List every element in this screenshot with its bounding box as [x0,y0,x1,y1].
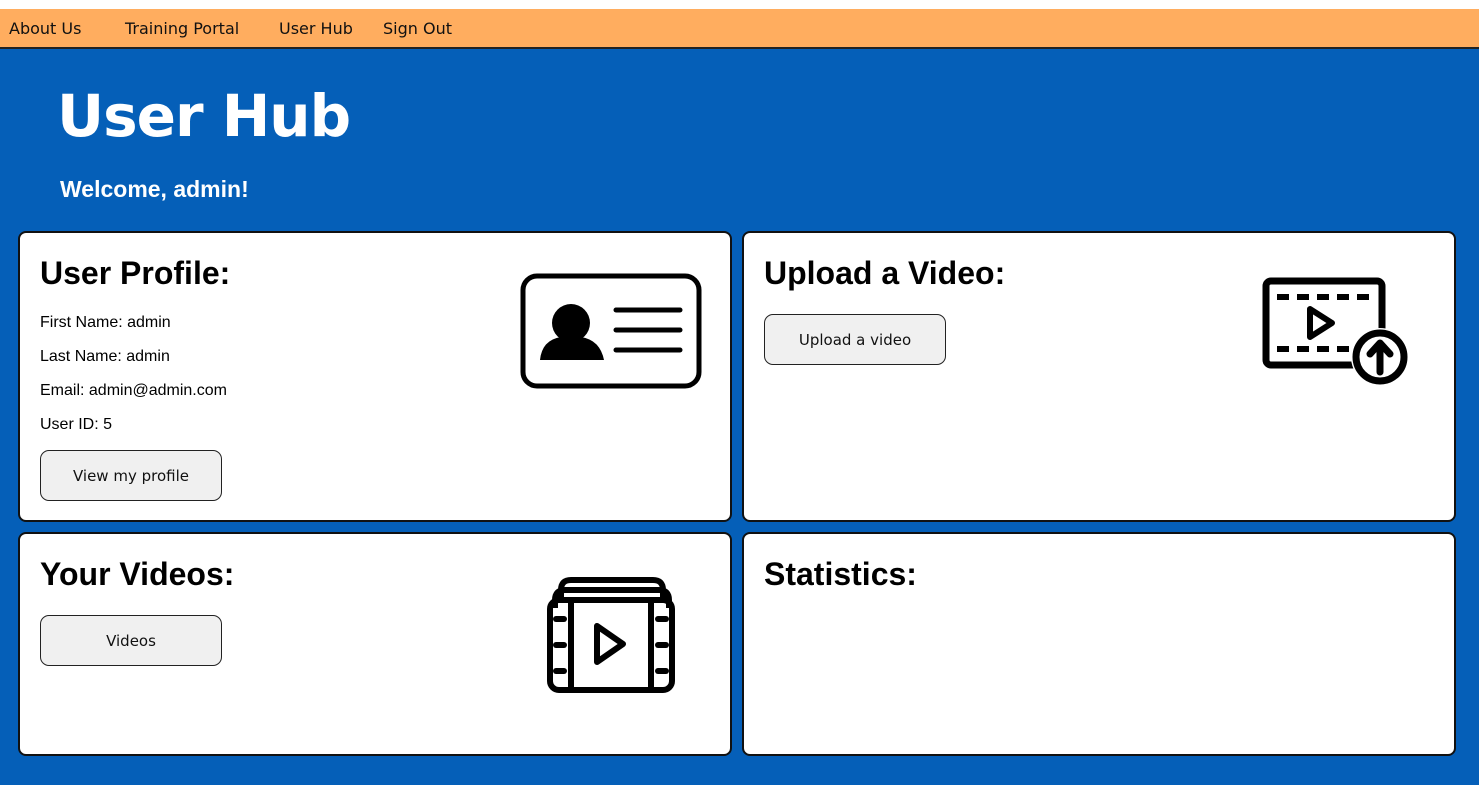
id-card-icon [520,273,702,389]
statistics-card: Statistics: [742,532,1456,756]
video-library-icon [547,577,675,693]
statistics-title: Statistics: [764,556,917,592]
last-name-field: Last Name: admin [40,348,170,365]
page-title: User Hub [57,82,351,150]
your-videos-card: Your Videos: Videos [18,532,732,756]
view-profile-button[interactable]: View my profile [40,450,222,501]
upload-video-title: Upload a Video: [764,255,1006,291]
top-strip [0,0,1479,9]
email-field: Email: admin@admin.com [40,382,227,399]
first-name-field: First Name: admin [40,314,171,331]
nav-training-portal[interactable]: Training Portal [125,19,239,38]
top-navbar: About Us Training Portal User Hub Sign O… [0,9,1479,49]
upload-video-button[interactable]: Upload a video [764,314,946,365]
nav-sign-out[interactable]: Sign Out [383,19,452,38]
your-videos-title: Your Videos: [40,556,235,592]
user-profile-card: User Profile: First Name: admin Last Nam… [18,231,732,522]
upload-video-card: Upload a Video: Upload a video [742,231,1456,522]
video-upload-icon [1262,277,1409,386]
user-id-field: User ID: 5 [40,416,113,433]
nav-user-hub[interactable]: User Hub [279,19,353,38]
nav-about-us[interactable]: About Us [9,19,81,38]
videos-button[interactable]: Videos [40,615,222,666]
welcome-message: Welcome, admin! [60,176,249,202]
user-profile-title: User Profile: [40,255,231,291]
